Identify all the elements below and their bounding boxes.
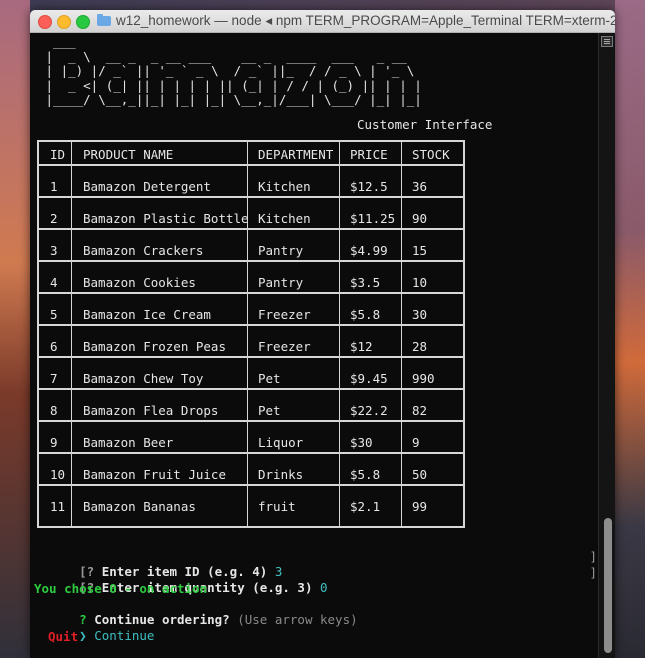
cell-price: $3.5 — [350, 275, 381, 290]
cell-stock: 9 — [412, 435, 420, 450]
cell-stock: 990 — [412, 371, 435, 386]
table-row: 10 Bamazon Fruit Juice Drinks $5.8 50 — [39, 462, 463, 486]
table-row: 9 Bamazon Beer Liquor $30 9 — [39, 430, 463, 454]
minimize-button[interactable] — [57, 15, 71, 29]
cell-department: fruit — [258, 499, 296, 514]
cell-id: 10 — [50, 467, 66, 482]
cell-department: Pantry — [258, 243, 304, 258]
header-department: DEPARTMENT — [258, 147, 334, 162]
cell-price: $5.8 — [350, 467, 381, 482]
table-row: 2 Bamazon Plastic Bottle Kitchen $11.25 90 — [39, 206, 463, 230]
cell-id: 3 — [50, 243, 58, 258]
cell-product-name: Bamazon Frozen Peas — [83, 339, 226, 354]
table-header-row: ID PRODUCT NAME DEPARTMENT PRICE STOCK — [39, 142, 463, 166]
cell-stock: 90 — [412, 211, 428, 226]
table-row: 6 Bamazon Frozen Peas Freezer $12 28 — [39, 334, 463, 358]
close-button[interactable] — [38, 15, 52, 29]
cell-stock: 10 — [412, 275, 428, 290]
cell-product-name: Bamazon Bananas — [83, 499, 196, 514]
cell-product-name: Bamazon Beer — [83, 435, 174, 450]
cell-product-name: Bamazon Cookies — [83, 275, 196, 290]
desktop-background-right — [615, 0, 645, 658]
table-row: 11 Bamazon Bananas fruit $2.1 99 — [39, 494, 463, 516]
cell-price: $30 — [350, 435, 373, 450]
scrollbar-thumb[interactable] — [604, 518, 612, 653]
cell-id: 11 — [50, 499, 66, 514]
cell-id: 2 — [50, 211, 58, 226]
maximize-button[interactable] — [76, 15, 90, 29]
subtitle: Customer Interface — [357, 117, 493, 132]
desktop-background-left — [0, 0, 30, 658]
cell-product-name: Bamazon Fruit Juice — [83, 467, 226, 482]
cell-department: Liquor — [258, 435, 304, 450]
cell-stock: 30 — [412, 307, 428, 322]
cell-price: $11.25 — [350, 211, 396, 226]
cell-stock: 50 — [412, 467, 428, 482]
scrollbar-menu-icon[interactable] — [601, 36, 613, 47]
cell-id: 1 — [50, 179, 58, 194]
title-bar[interactable]: w12_homework — node ◂ npm TERM_PROGRAM=A… — [30, 10, 615, 33]
cell-price: $2.1 — [350, 499, 381, 514]
cell-product-name: Bamazon Chew Toy — [83, 371, 204, 386]
status-message: You chose 0 - on action — [34, 581, 208, 596]
window-title: w12_homework — node ◂ npm TERM_PROGRAM=A… — [116, 13, 615, 28]
cell-stock: 15 — [412, 243, 428, 258]
cell-id: 9 — [50, 435, 58, 450]
table-row: 7 Bamazon Chew Toy Pet $9.45 990 — [39, 366, 463, 390]
cell-department: Drinks — [258, 467, 304, 482]
header-product-name: PRODUCT NAME — [83, 147, 174, 162]
header-price: PRICE — [350, 147, 388, 162]
header-stock: STOCK — [412, 147, 450, 162]
ascii-logo: ___ | _ \ __ _ _ __ ___ __ _ ____ ___ _ … — [45, 34, 422, 107]
cell-department: Freezer — [258, 307, 311, 322]
cell-stock: 28 — [412, 339, 428, 354]
table-row: 3 Bamazon Crackers Pantry $4.99 15 — [39, 238, 463, 262]
cell-product-name: Bamazon Detergent — [83, 179, 211, 194]
cell-price: $5.8 — [350, 307, 381, 322]
cell-price: $12 — [350, 339, 373, 354]
cell-department: Freezer — [258, 339, 311, 354]
table-row: 8 Bamazon Flea Drops Pet $22.2 82 — [39, 398, 463, 422]
cell-product-name: Bamazon Ice Cream — [83, 307, 211, 322]
cell-stock: 36 — [412, 179, 428, 194]
cell-stock: 99 — [412, 499, 428, 514]
cell-department: Pet — [258, 403, 281, 418]
cell-department: Pantry — [258, 275, 304, 290]
terminal-content[interactable]: ___ | _ \ __ _ _ __ ___ __ _ ____ ___ _ … — [30, 33, 599, 658]
cell-stock: 82 — [412, 403, 428, 418]
cell-id: 8 — [50, 403, 58, 418]
table-row: 5 Bamazon Ice Cream Freezer $5.8 30 — [39, 302, 463, 326]
item-quantity-answer: 0 — [320, 580, 328, 595]
header-id: ID — [50, 147, 66, 162]
cell-price: $22.2 — [350, 403, 388, 418]
cell-department: Kitchen — [258, 179, 311, 194]
folder-icon — [97, 14, 111, 26]
cell-product-name: Bamazon Plastic Bottle — [83, 211, 249, 226]
cell-price: $4.99 — [350, 243, 388, 258]
cell-id: 7 — [50, 371, 58, 386]
cell-product-name: Bamazon Crackers — [83, 243, 204, 258]
terminal-window: w12_homework — node ◂ npm TERM_PROGRAM=A… — [30, 10, 615, 658]
table-row: 1 Bamazon Detergent Kitchen $12.5 36 — [39, 174, 463, 198]
cell-price: $12.5 — [350, 179, 388, 194]
scrollbar[interactable] — [598, 33, 615, 658]
table-row: 4 Bamazon Cookies Pantry $3.5 10 — [39, 270, 463, 294]
cell-id: 6 — [50, 339, 58, 354]
option-quit[interactable]: Quit — [48, 629, 78, 644]
product-table: ID PRODUCT NAME DEPARTMENT PRICE STOCK 1… — [37, 140, 465, 528]
cell-department: Pet — [258, 371, 281, 386]
pointer-icon: ❯ — [79, 628, 87, 643]
cell-id: 5 — [50, 307, 58, 322]
cell-price: $9.45 — [350, 371, 388, 386]
cell-product-name: Bamazon Flea Drops — [83, 403, 219, 418]
cell-id: 4 — [50, 275, 58, 290]
cell-department: Kitchen — [258, 211, 311, 226]
